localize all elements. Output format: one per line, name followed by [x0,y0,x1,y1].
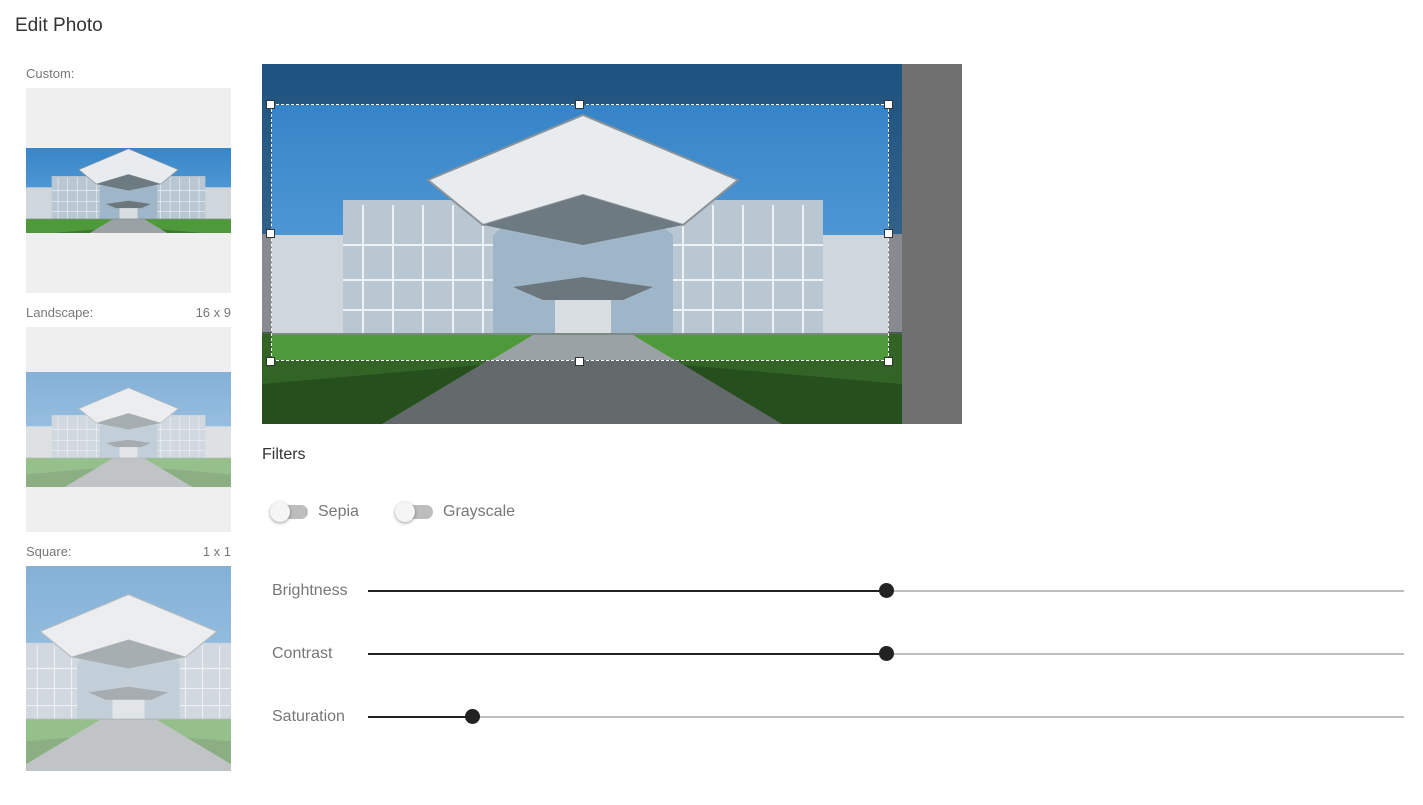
crop-photo [272,105,888,360]
saturation-slider[interactable] [368,709,1404,724]
preset-name: Custom: [26,66,75,81]
crop-handle-bottom-right[interactable] [884,357,893,366]
preset-label-custom: Custom: [26,66,231,81]
preset-square-image [26,566,231,771]
saturation-slider-row: Saturation [272,707,1404,727]
saturation-label: Saturation [272,708,345,725]
slider-fill [368,590,886,592]
preset-label-square: Square: 1 x 1 [26,544,231,559]
sepia-toggle[interactable]: Sepia [270,502,359,522]
preset-landscape-thumbnail[interactable] [26,327,231,532]
preset-name: Square: [26,544,72,559]
crop-handle-top-left[interactable] [266,100,275,109]
crop-handle-right[interactable] [884,229,893,238]
preset-custom-thumbnail[interactable] [26,88,231,293]
slider-fill [368,716,472,718]
toggle-track[interactable] [270,502,308,522]
sepia-label: Sepia [318,503,359,520]
preset-custom-image [26,148,231,233]
brightness-slider-row: Brightness [272,581,1404,601]
contrast-label: Contrast [272,645,333,662]
grayscale-toggle[interactable]: Grayscale [395,502,516,522]
crop-area[interactable] [271,104,889,361]
preset-ratio: 1 x 1 [202,544,231,559]
slider-thumb[interactable] [879,583,894,598]
toggle-knob[interactable] [395,502,415,522]
grayscale-label: Grayscale [443,503,516,520]
preset-label-landscape: Landscape: 16 x 9 [26,305,231,320]
preset-square-thumbnail[interactable] [26,566,231,771]
toggle-knob[interactable] [270,502,290,522]
toggle-track[interactable] [395,502,433,522]
slider-thumb[interactable] [464,709,480,724]
brightness-label: Brightness [272,582,348,599]
brightness-slider[interactable] [368,583,1404,598]
slider-thumb[interactable] [879,646,894,661]
crop-handle-bottom[interactable] [575,357,584,366]
crop-handle-bottom-left[interactable] [266,357,275,366]
filters-heading: Filters [262,446,306,463]
crop-editor[interactable] [262,64,962,424]
contrast-slider-row: Contrast [272,644,1404,664]
slider-fill [368,653,886,655]
preset-name: Landscape: [26,305,94,320]
preset-landscape-image [26,372,231,487]
preset-ratio: 16 x 9 [195,305,231,320]
crop-handle-top[interactable] [575,100,584,109]
crop-handle-left[interactable] [266,229,275,238]
crop-handle-top-right[interactable] [884,100,893,109]
contrast-slider[interactable] [368,646,1404,661]
page-title: Edit Photo [15,15,103,36]
